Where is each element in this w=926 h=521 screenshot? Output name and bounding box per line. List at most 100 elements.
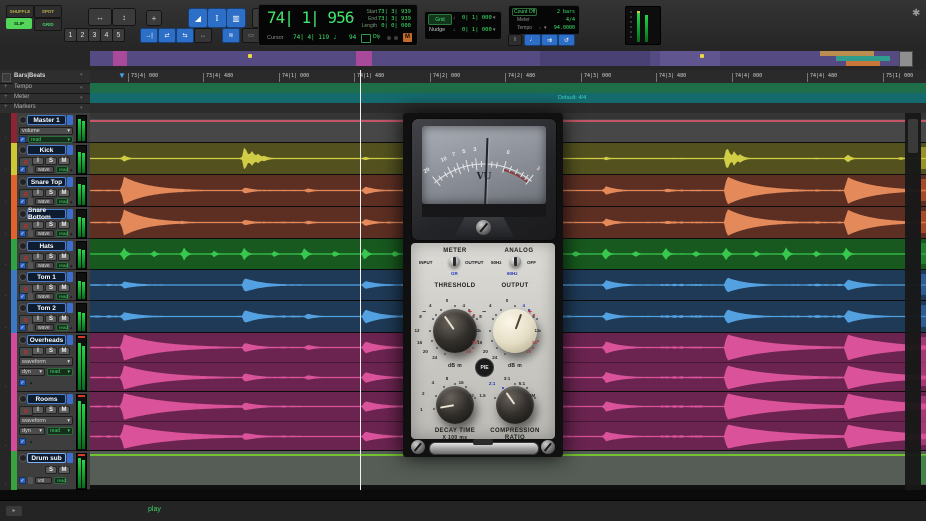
automation-mode-selector[interactable]: read▾ bbox=[47, 368, 73, 376]
dyn-selector[interactable]: dyn▾ bbox=[19, 427, 45, 435]
mute-button[interactable]: M bbox=[58, 347, 70, 355]
automation-lane-toggle-icon[interactable]: ▴ bbox=[70, 231, 73, 237]
record-arm-button[interactable] bbox=[19, 347, 33, 357]
automation-lane-toggle-icon[interactable]: ▴ bbox=[70, 294, 73, 300]
compression-ratio-knob[interactable] bbox=[496, 386, 534, 424]
overview-end-box[interactable] bbox=[899, 51, 913, 67]
zoom-horizontal-button[interactable]: ↔ bbox=[88, 8, 112, 26]
timebase-checkbox[interactable]: ✓ bbox=[19, 198, 26, 205]
track-header-tom-2[interactable]: ◦Tom 2ISM✓waveread▴ bbox=[0, 301, 90, 333]
solo-button[interactable]: S bbox=[45, 157, 57, 165]
track-name[interactable]: Rooms bbox=[27, 394, 66, 404]
ruler-expand-icon[interactable]: + bbox=[4, 94, 8, 100]
playlist-selector-icon[interactable] bbox=[67, 115, 73, 125]
auto-scroll-button[interactable]: ≋ bbox=[222, 28, 240, 43]
automation-mode-selector[interactable]: read bbox=[56, 198, 68, 205]
track-name[interactable]: Tom 2 bbox=[27, 303, 66, 313]
nudge-value[interactable]: 0| 1| 000 bbox=[462, 27, 492, 33]
automation-mode-selector[interactable]: read bbox=[56, 324, 68, 331]
midi-merge-button[interactable]: ↺ bbox=[558, 34, 575, 46]
pie-compressor-plugin-window[interactable]: 201075303 VU METER ANALOG INPUT OUTPUT G… bbox=[403, 113, 563, 457]
zoom-vertical-button[interactable]: ↕ bbox=[112, 8, 136, 26]
mute-button[interactable]: M bbox=[58, 189, 70, 197]
input-button[interactable]: I bbox=[32, 189, 44, 197]
automation-lane-toggle-icon[interactable]: ▴ bbox=[70, 325, 73, 331]
track-name[interactable]: Overheads bbox=[27, 335, 66, 345]
ruler-view-icon[interactable] bbox=[2, 73, 11, 82]
input-button[interactable]: I bbox=[32, 253, 44, 261]
tempo-label[interactable]: Tempo bbox=[517, 25, 532, 31]
edit-mode-spot[interactable]: SPOT bbox=[34, 5, 62, 18]
track-view-selector[interactable]: wave bbox=[35, 262, 54, 269]
metronome-button[interactable]: ♩ bbox=[524, 34, 541, 46]
solo-button[interactable]: S bbox=[45, 221, 57, 229]
solo-button[interactable]: S bbox=[45, 347, 57, 355]
mute-button[interactable]: M bbox=[58, 253, 70, 261]
gear-icon[interactable]: ✱ bbox=[912, 8, 920, 19]
playlist-selector-icon[interactable] bbox=[67, 145, 73, 155]
status-menu-icon[interactable]: ▸ bbox=[6, 506, 22, 516]
track-header-snare-top[interactable]: ◦Snare TopISM✓waveread▴ bbox=[0, 175, 90, 207]
elastic-audio-icon[interactable] bbox=[28, 324, 33, 331]
playlist-selector-icon[interactable] bbox=[67, 335, 73, 345]
automation-mode-selector[interactable]: read bbox=[56, 230, 68, 237]
track-header-master-1[interactable]: ◦Master 1volume▾read▾✓ bbox=[0, 113, 90, 143]
markers-ruler[interactable] bbox=[90, 103, 926, 113]
track-view-selector[interactable]: wave bbox=[35, 230, 54, 237]
ruler-row-menu-icon[interactable]: ▾ bbox=[80, 85, 83, 91]
tempo-value[interactable]: 94.0000 bbox=[543, 25, 575, 31]
elastic-audio-icon[interactable] bbox=[28, 230, 33, 237]
transport-options-icon[interactable]: ‖ bbox=[508, 34, 522, 46]
input-button[interactable]: I bbox=[32, 157, 44, 165]
solo-button[interactable]: S bbox=[45, 406, 57, 414]
ruler-expand-icon[interactable]: + bbox=[4, 84, 8, 90]
solo-button[interactable]: S bbox=[45, 189, 57, 197]
track-name[interactable]: Tom 1 bbox=[27, 272, 66, 282]
input-button[interactable]: I bbox=[32, 315, 44, 323]
mute-button[interactable]: M bbox=[58, 284, 70, 292]
input-button[interactable]: I bbox=[32, 406, 44, 414]
input-button[interactable]: I bbox=[32, 347, 44, 355]
scrollbar-thumb[interactable] bbox=[908, 119, 918, 153]
automation-enable-checkbox[interactable]: ✓ bbox=[19, 136, 26, 143]
track-header-rooms[interactable]: ◦RoomsISMwaveform▾dyn▾read▾✓▴ bbox=[0, 392, 90, 451]
track-view-selector[interactable]: waveform▾ bbox=[19, 416, 73, 425]
track-name[interactable]: Kick bbox=[27, 145, 66, 155]
link-timeline-edit-button[interactable]: ⇄ bbox=[158, 28, 176, 43]
automation-lane-toggle-icon[interactable]: ▴ bbox=[30, 439, 33, 445]
track-view-selector[interactable]: wave bbox=[35, 198, 54, 205]
solo-button[interactable]: S bbox=[45, 253, 57, 261]
mute-button[interactable]: M bbox=[58, 466, 70, 474]
ruler-row-bars-beats[interactable]: Bars|Beats▾ bbox=[0, 70, 90, 84]
length-value[interactable]: 0| 0| 000 bbox=[377, 23, 411, 29]
playlist-selector-icon[interactable] bbox=[67, 394, 73, 404]
playlist-selector-icon[interactable] bbox=[67, 453, 73, 463]
bars-beats-ruler[interactable]: 73|4| 00073|4| 48074|1| 00074|1| 48074|2… bbox=[90, 70, 926, 84]
end-value[interactable]: 73| 3| 939 bbox=[377, 16, 411, 22]
track-view-selector[interactable]: volume▾ bbox=[19, 127, 73, 135]
zoom-preset-5[interactable]: 5 bbox=[112, 28, 125, 42]
edit-mode-shuffle[interactable]: SHUFFLE bbox=[6, 5, 34, 18]
elastic-audio-icon[interactable] bbox=[28, 166, 33, 173]
input-button[interactable]: I bbox=[32, 284, 44, 292]
input-button[interactable]: I bbox=[32, 221, 44, 229]
zoom-toggle-button[interactable]: + bbox=[146, 10, 162, 26]
timeline-insertion-icon[interactable] bbox=[361, 34, 371, 43]
timebase-checkbox[interactable]: ✓ bbox=[19, 262, 26, 269]
track-name[interactable]: Hats bbox=[27, 241, 66, 251]
midi-merge-indicator[interactable]: M bbox=[403, 33, 412, 42]
track-header-drum-sub[interactable]: ◦Drum subSM✓volread bbox=[0, 451, 90, 490]
start-value[interactable]: 73| 3| 939 bbox=[377, 9, 411, 15]
track-name[interactable]: Snare Top bbox=[27, 177, 66, 187]
track-name[interactable]: Drum sub bbox=[27, 453, 66, 463]
ruler-row-menu-icon[interactable]: ▾ bbox=[80, 105, 83, 111]
playlist-selector-icon[interactable] bbox=[67, 241, 73, 251]
track-header-kick[interactable]: ◦KickISM✓waveread▴ bbox=[0, 143, 90, 175]
timebase-checkbox[interactable]: ✓ bbox=[19, 324, 26, 331]
count-off-button[interactable]: Count Off bbox=[512, 8, 537, 16]
count-in-button[interactable]: ⇉ bbox=[541, 34, 558, 46]
main-counter[interactable]: 74| 1| 956 bbox=[267, 8, 353, 27]
automation-mode-selector[interactable]: read bbox=[56, 166, 68, 173]
playlist-selector-icon[interactable] bbox=[67, 303, 73, 313]
ruler-row-menu-icon[interactable]: ▾ bbox=[80, 72, 83, 78]
